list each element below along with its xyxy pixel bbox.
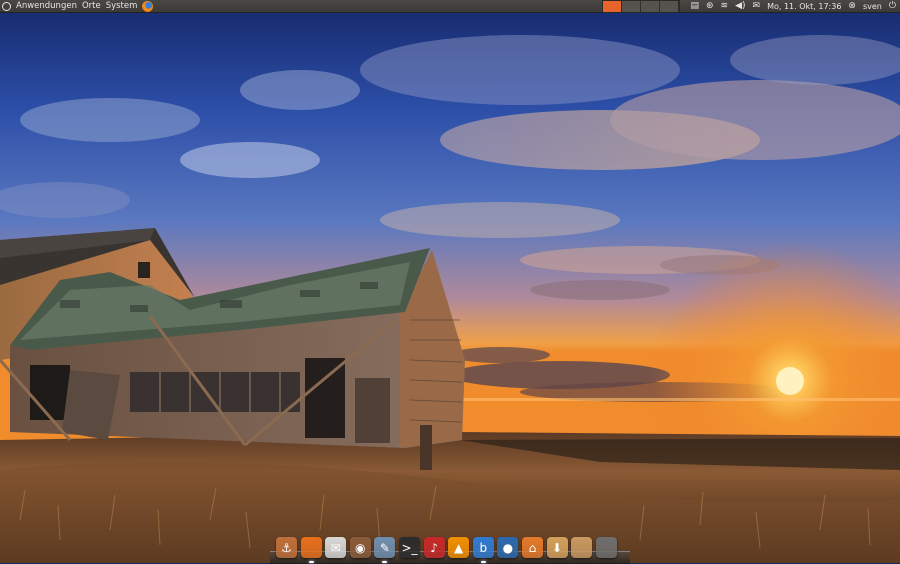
trash-icon: [596, 537, 617, 558]
panel-menu-area: Anwendungen Orte System: [2, 0, 154, 13]
dock-item-web-browser[interactable]: b: [472, 537, 494, 563]
workspace-4[interactable]: [660, 1, 680, 12]
user-menu[interactable]: sven: [863, 0, 882, 13]
volume-icon[interactable]: ◀): [735, 0, 745, 13]
top-panel: Anwendungen Orte System ▤ ⊛ ≋ ◀) ✉ Mo, 1…: [0, 0, 900, 13]
network-monitor-icon: ◉: [355, 540, 366, 555]
dock-item-folder[interactable]: [571, 537, 593, 558]
dock-item-text-editor[interactable]: ✎: [374, 537, 396, 563]
power-icon[interactable]: ⏻: [889, 0, 896, 13]
chat-icon: ●: [502, 540, 514, 555]
dock-item-network-monitor[interactable]: ◉: [349, 537, 371, 558]
vlc-icon: ▲: [454, 540, 464, 555]
folder-icon: [571, 537, 592, 558]
dock-item-home-folder[interactable]: ⌂: [521, 537, 543, 558]
clock[interactable]: Mo, 11. Okt, 17:36: [767, 0, 841, 13]
firefox-icon: [301, 537, 322, 558]
dock: ⚓ ✉ ◉ ✎ >_ ♪ ▲ b ● ⌂ ⬇: [276, 532, 617, 563]
menu-applications[interactable]: Anwendungen: [16, 0, 77, 13]
notes-icon[interactable]: ▤: [690, 0, 699, 13]
dock-item-mail-client[interactable]: ✉: [325, 537, 347, 558]
dock-item-vlc[interactable]: ▲: [448, 537, 470, 558]
workspace-switcher[interactable]: [602, 0, 681, 13]
user-status-icon[interactable]: ⊗: [848, 0, 856, 13]
terminal-icon: >_: [401, 540, 418, 555]
wifi-icon[interactable]: ≋: [721, 0, 729, 13]
desktop-wallpaper: [0, 0, 900, 563]
dock-item-anchor[interactable]: ⚓: [276, 537, 297, 558]
workspace-2[interactable]: [622, 1, 642, 12]
dock-item-downloads-folder[interactable]: ⬇: [546, 537, 568, 558]
network-antenna-icon[interactable]: ⊛: [706, 0, 714, 13]
ubuntu-logo-icon[interactable]: [2, 2, 11, 11]
firefox-launcher-icon[interactable]: [142, 1, 154, 12]
menu-places[interactable]: Orte: [82, 0, 101, 13]
downloads-folder-icon: ⬇: [552, 540, 563, 555]
web-browser-icon: b: [479, 540, 488, 555]
mail-icon[interactable]: ✉: [753, 0, 761, 13]
dock-item-firefox[interactable]: [300, 537, 322, 563]
home-folder-icon: ⌂: [528, 540, 537, 555]
workspace-3[interactable]: [641, 1, 661, 12]
workspace-1[interactable]: [603, 1, 623, 12]
mail-client-icon: ✉: [330, 540, 341, 555]
menu-system[interactable]: System: [106, 0, 138, 13]
text-editor-icon: ✎: [379, 540, 390, 555]
dock-item-chat[interactable]: ●: [497, 537, 519, 558]
anchor-icon: ⚓: [281, 540, 292, 555]
dock-item-trash[interactable]: [595, 537, 617, 558]
music-player-icon: ♪: [430, 540, 438, 555]
dock-item-terminal[interactable]: >_: [398, 537, 420, 558]
dock-item-music-player[interactable]: ♪: [423, 537, 445, 558]
panel-indicator-area: ▤ ⊛ ≋ ◀) ✉ Mo, 11. Okt, 17:36 ⊗ sven ⏻: [602, 0, 896, 13]
